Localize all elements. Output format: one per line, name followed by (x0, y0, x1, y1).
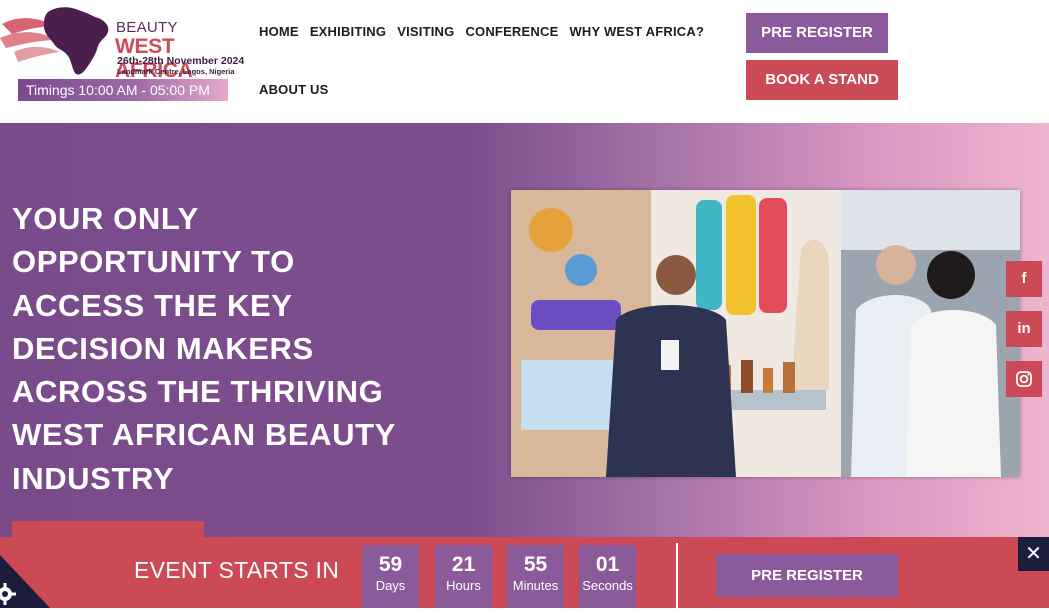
instagram-button[interactable] (1006, 361, 1042, 397)
countdown-days-value: 59 (378, 553, 403, 576)
facebook-button[interactable]: f (1006, 261, 1042, 297)
nav-item-why-west-africa[interactable]: WHY WEST AFRICA? (569, 24, 704, 39)
logo-venue: Landmark Centre, Lagos, Nigeria (117, 67, 235, 76)
countdown-seconds: 01 Seconds (579, 545, 636, 608)
countdown-days-unit: Days (375, 578, 406, 593)
nav-item-visiting[interactable]: VISITING (397, 24, 454, 39)
exhibition-photo (511, 190, 1020, 477)
instagram-icon (1016, 371, 1032, 387)
nav-item-about-us[interactable]: ABOUT US (259, 82, 329, 97)
africa-map-logo-icon (0, 7, 109, 75)
pre-register-button[interactable]: PRE REGISTER (746, 13, 888, 53)
countdown-bar: EVENT STARTS IN 59 Days 21 Hours 55 Minu… (0, 537, 1049, 608)
close-button[interactable]: ✕ (1018, 537, 1049, 571)
countdown-days: 59 Days (362, 545, 419, 608)
exhibition-stand-image (511, 190, 1020, 477)
book-a-stand-button[interactable]: BOOK A STAND (746, 60, 898, 100)
countdown-divider (676, 543, 678, 608)
logo-line-beauty: BEAUTY (116, 19, 178, 36)
beauty-west-africa-logo[interactable]: BEAUTY WEST AFRICA 26th-28th November 20… (0, 4, 256, 82)
hero-section: YOUR ONLY OPPORTUNITY TO ACCESS THE KEY … (0, 123, 1049, 608)
facebook-icon: f (1021, 270, 1027, 287)
linkedin-icon: in (1017, 320, 1031, 337)
countdown-hours-value: 21 (451, 553, 476, 576)
nav-item-conference[interactable]: CONFERENCE (465, 24, 558, 39)
timings-badge: Timings 10:00 AM - 05:00 PM (18, 79, 228, 101)
countdown-hours-unit: Hours (446, 578, 481, 593)
countdown-hours: 21 Hours (435, 545, 492, 608)
main-nav: HOME EXHIBITING VISITING CONFERENCE WHY … (259, 24, 704, 39)
nav-item-home[interactable]: HOME (259, 24, 299, 39)
countdown-minutes-value: 55 (523, 553, 548, 576)
site-header: BEAUTY WEST AFRICA 26th-28th November 20… (0, 0, 1049, 123)
countdown-seconds-unit: Seconds (582, 578, 633, 593)
logo-dates: 26th-28th November 2024 (117, 55, 245, 67)
countdown-seconds-value: 01 (595, 553, 620, 576)
event-starts-in-label: EVENT STARTS IN (134, 557, 340, 583)
nav-item-exhibiting[interactable]: EXHIBITING (310, 24, 386, 39)
hero-headline: YOUR ONLY OPPORTUNITY TO ACCESS THE KEY … (12, 201, 396, 496)
close-icon: ✕ (1025, 543, 1042, 565)
countdown-minutes: 55 Minutes (507, 545, 564, 608)
countdown-minutes-unit: Minutes (512, 578, 559, 593)
pre-register-button-bottom[interactable]: PRE REGISTER (716, 554, 898, 597)
cookie-settings-button[interactable] (0, 555, 50, 608)
linkedin-button[interactable]: in (1006, 311, 1042, 347)
cookie-settings-icon (0, 555, 50, 608)
